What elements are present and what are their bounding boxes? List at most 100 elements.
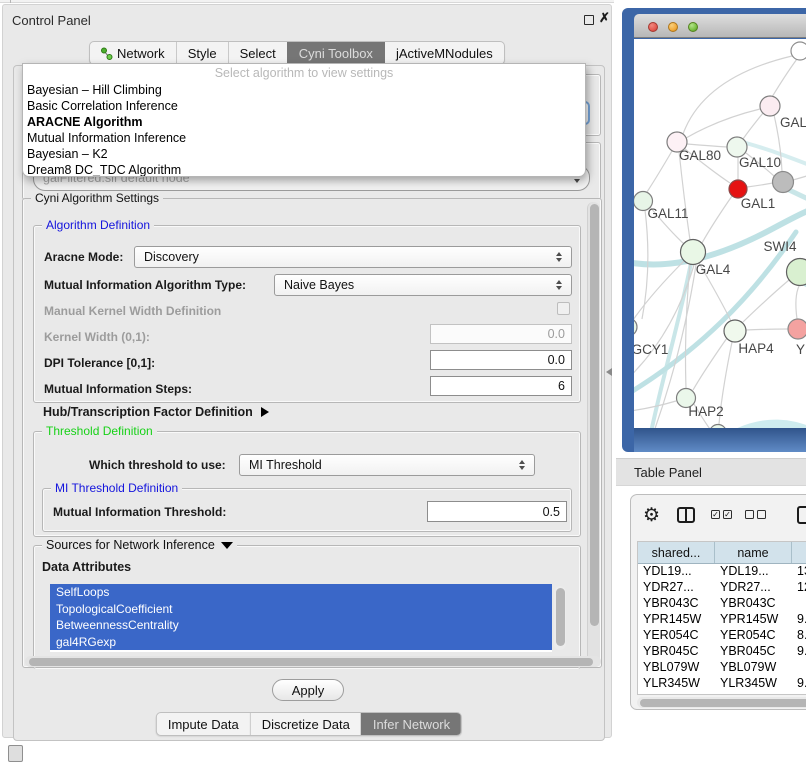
split-column-icon[interactable] [677, 507, 695, 523]
mi-threshold-field[interactable]: 0.5 [427, 501, 567, 522]
table-row[interactable]: YER054CYER054C8. [638, 628, 806, 644]
expand-right-icon [261, 407, 269, 417]
network-node-salmon1[interactable] [788, 319, 806, 339]
attribute-list-item[interactable]: BetweennessCentrality [50, 617, 552, 634]
table-row[interactable]: YIL052CYIL052C9. [638, 692, 806, 695]
table-row[interactable]: YLR345WYLR345W9. [638, 676, 806, 692]
settings-hscroll-thumb[interactable] [29, 658, 593, 666]
unchecked-pair-icon[interactable] [745, 510, 766, 519]
network-node-gal4[interactable] [681, 240, 706, 265]
network-graph[interactable]: GALGAL80GAL10GAL1GAL11GAL4SWI4GCY1HAP4YH… [634, 39, 806, 428]
panel-splitter-handle[interactable] [606, 368, 612, 376]
sources-group: Sources for Network Inference Data Attri… [33, 545, 581, 669]
manual-kernel-checkbox[interactable] [557, 302, 570, 315]
combo-spinner-icon [556, 280, 562, 290]
settings-horizontal-scrollbar[interactable] [25, 656, 601, 667]
network-node-gcy1[interactable] [634, 318, 637, 336]
table-row[interactable]: YBR043CYBR043C [638, 596, 806, 612]
attribute-list-item[interactable]: SelfLoops [50, 584, 552, 601]
mi-threshold-group: MI Threshold Definition Mutual Informati… [42, 488, 572, 532]
data-attributes-list: SelfLoopsTopologicalCoefficientBetweenne… [50, 584, 552, 652]
network-node-pink1[interactable] [760, 96, 780, 116]
tab-style[interactable]: Style [176, 42, 228, 64]
mi-threshold-group-title: MI Threshold Definition [51, 481, 182, 495]
tab-label: Select [240, 46, 276, 61]
dropdown-item[interactable]: ARACNE Algorithm [23, 114, 585, 130]
table-cell: 12 [792, 580, 806, 596]
partial-toolbar-icon[interactable] [797, 506, 806, 524]
tab-network[interactable]: Network [90, 42, 176, 64]
close-panel-icon[interactable]: ✗ [599, 10, 610, 26]
threshold-definition-group: Threshold Definition Which threshold to … [33, 431, 581, 537]
node-label: HAP4 [738, 341, 774, 356]
minimize-window-icon[interactable] [668, 22, 678, 32]
network-node-gray1[interactable] [773, 172, 794, 193]
network-view-window[interactable]: GALGAL80GAL10GAL1GAL11GAL4SWI4GCY1HAP4YH… [622, 8, 806, 452]
column-header[interactable]: name [715, 542, 792, 563]
table-hscroll-thumb[interactable] [640, 699, 806, 707]
tab-cyni-toolbox[interactable]: Cyni Toolbox [287, 42, 384, 64]
dpi-tolerance-field[interactable]: 0.0 [430, 350, 572, 370]
network-node-gal10[interactable] [727, 137, 747, 157]
network-node-hap4[interactable] [724, 320, 746, 342]
column-header[interactable]: shared... [638, 542, 715, 563]
table-row[interactable]: YDL19...YDL19...13 [638, 564, 806, 580]
settings-vscroll-thumb[interactable] [590, 204, 599, 626]
table-horizontal-scrollbar[interactable] [637, 697, 806, 708]
mi-steps-field[interactable]: 6 [430, 376, 572, 396]
tab-select[interactable]: Select [228, 42, 287, 64]
network-window-titlebar[interactable] [634, 14, 806, 38]
attribute-list-item[interactable]: gal4RGexp [50, 634, 552, 651]
apply-button[interactable]: Apply [272, 679, 344, 701]
network-window-bottom-frame [634, 428, 806, 452]
hub-tf-definition-toggle[interactable]: Hub/Transcription Factor Definition [43, 405, 269, 419]
manual-kernel-label: Manual Kernel Width Definition [44, 304, 221, 318]
table-cell: YBL079W [638, 660, 715, 676]
mi-type-combo[interactable]: Naive Bayes [274, 274, 572, 296]
table-row[interactable]: YDR27...YDR27...12 [638, 580, 806, 596]
attribute-list-item[interactable]: TopologicalCoefficient [50, 601, 552, 618]
dropdown-item[interactable]: Bayesian – K2 [23, 146, 585, 162]
restore-panel-icon[interactable] [8, 745, 23, 762]
table-cell: 8. [792, 628, 806, 644]
checked-pair-icon[interactable]: ✓✓ [711, 510, 732, 519]
attr-list-scrollbar[interactable] [554, 586, 566, 650]
settings-vertical-scrollbar[interactable] [587, 202, 600, 664]
sources-group-title[interactable]: Sources for Network Inference [42, 538, 237, 552]
close-window-icon[interactable] [648, 22, 658, 32]
tab-jactivemnodules[interactable]: jActiveMNodules [384, 42, 504, 64]
which-threshold-combo[interactable]: MI Threshold [239, 454, 535, 476]
float-panel-icon[interactable] [584, 15, 594, 25]
zoom-window-icon[interactable] [688, 22, 698, 32]
kernel-width-field[interactable]: 0.0 [430, 324, 572, 344]
attr-list-scroll-thumb[interactable] [556, 588, 565, 646]
table-row[interactable]: YBL079WYBL079W [638, 660, 806, 676]
dropdown-item[interactable]: Mutual Information Inference [23, 130, 585, 146]
node-label: SWI4 [763, 239, 796, 254]
network-node-top[interactable] [791, 42, 806, 60]
aracne-mode-combo[interactable]: Discovery [134, 246, 572, 268]
column-header[interactable] [792, 542, 806, 563]
network-node-green1[interactable] [787, 259, 806, 286]
node-label: GAL10 [739, 155, 781, 170]
table-cell: YLR345W [715, 676, 792, 692]
tab-label: Cyni Toolbox [299, 46, 373, 61]
network-edge [793, 173, 806, 180]
network-edge-thick [787, 189, 806, 205]
tab-infer-network[interactable]: Infer Network [361, 713, 461, 735]
app-top-divider [10, 0, 11, 3]
table-cell: YBR043C [638, 596, 715, 612]
dropdown-item[interactable]: Basic Correlation Inference [23, 98, 585, 114]
table-header-row: shared...name [638, 542, 806, 564]
table-row[interactable]: YPR145WYPR145W9. [638, 612, 806, 628]
gear-icon[interactable]: ⚙ [643, 504, 660, 527]
node-label: HAP2 [688, 404, 723, 419]
combo-spinner-icon [519, 460, 525, 470]
dropdown-item[interactable]: Dream8 DC_TDC Algorithm [23, 162, 585, 177]
tab-impute-data[interactable]: Impute Data [157, 713, 250, 735]
dropdown-item[interactable]: Bayesian – Hill Climbing [23, 82, 585, 98]
tab-discretize-data[interactable]: Discretize Data [250, 713, 361, 735]
table-row[interactable]: YBR045CYBR045C9. [638, 644, 806, 660]
network-edge [702, 196, 732, 243]
network-canvas[interactable]: GALGAL80GAL10GAL1GAL11GAL4SWI4GCY1HAP4YH… [634, 39, 806, 428]
